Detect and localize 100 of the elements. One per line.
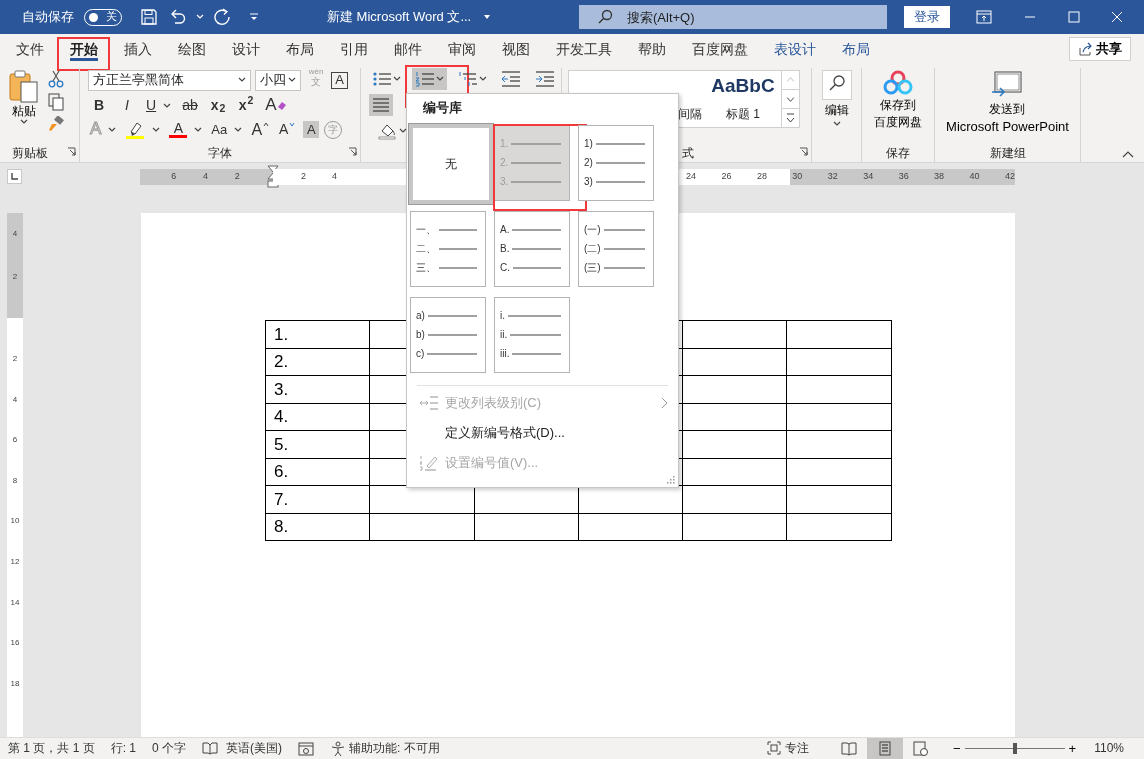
caret-icon xyxy=(196,14,204,20)
zoom-out-button[interactable]: − xyxy=(949,740,965,757)
format-button[interactable]: A xyxy=(303,121,320,138)
line-number: 行: 1 xyxy=(110,741,137,756)
ribbon-tab[interactable]: 设计 xyxy=(219,34,273,64)
search-field[interactable]: 搜索(Alt+Q) xyxy=(579,5,887,29)
character-border-button[interactable]: A xyxy=(331,71,348,89)
font-size-field[interactable]: 小四 xyxy=(255,69,301,91)
format-painter-icon[interactable] xyxy=(48,116,64,134)
caret-icon xyxy=(288,77,296,83)
ribbon-tab[interactable]: 审阅 xyxy=(435,34,489,64)
ruler-number: 30 xyxy=(792,171,803,182)
ribbon-tab[interactable]: 文件 xyxy=(3,34,57,64)
ruler-number: 6 xyxy=(12,435,18,445)
ribbon-tab[interactable]: 插入 xyxy=(111,34,165,64)
tab-selector-icon[interactable] xyxy=(7,169,22,184)
numbering-format[interactable]: i. ii. iii. xyxy=(494,297,570,373)
redo-icon[interactable] xyxy=(214,8,232,26)
table-cell: 2. xyxy=(265,348,370,376)
numbering-format[interactable]: A. B. C. xyxy=(494,211,570,287)
share-icon xyxy=(1078,42,1092,56)
ribbon-tab[interactable]: 开发工具 xyxy=(543,34,625,64)
font-name-field[interactable]: 方正兰亭黑简体 xyxy=(88,69,251,91)
ribbon-tab[interactable]: 布局 xyxy=(829,34,883,64)
ribbon-tab[interactable]: 帮助 xyxy=(625,34,679,64)
send-to-powerpoint-button[interactable]: 发送到 Microsoft PowerPoint xyxy=(943,68,1072,144)
paste-button[interactable]: 粘贴 xyxy=(4,68,44,144)
caret-icon xyxy=(832,121,841,127)
zoom-in-button[interactable]: + xyxy=(1064,740,1081,757)
numbering-format[interactable]: a) b) c) xyxy=(410,297,486,373)
zoom-slider[interactable] xyxy=(964,742,1065,755)
share-button[interactable]: 共享 xyxy=(1069,37,1131,61)
ribbon-tab[interactable]: 邮件 xyxy=(381,34,435,64)
print-view-icon xyxy=(877,741,893,756)
ruler-number: 6 xyxy=(171,171,177,182)
numbering-format[interactable]: 一、 二、 三、 xyxy=(410,211,486,287)
ruler-number: 36 xyxy=(898,171,909,182)
close-icon[interactable] xyxy=(1111,11,1123,23)
ruler-number: 4 xyxy=(12,229,18,240)
focus-icon[interactable] xyxy=(767,741,781,756)
ribbon-tab[interactable]: 视图 xyxy=(489,34,543,64)
ribbon-tab[interactable]: 引用 xyxy=(327,34,381,64)
caret-icon[interactable] xyxy=(483,14,492,20)
ruler-number: 4 xyxy=(332,171,338,182)
caret-icon xyxy=(436,76,444,82)
zoom-slider-thumb[interactable] xyxy=(1012,743,1017,754)
numbering-button[interactable] xyxy=(412,68,447,90)
autosave-label: 自动保存 xyxy=(22,9,74,25)
table-cell: 6. xyxy=(265,458,370,486)
editing-button[interactable]: 编辑 xyxy=(818,68,855,144)
document-title: 新建 Microsoft Word 文... xyxy=(327,9,472,25)
save-to-cloud-button[interactable]: 保存到 百度网盘 xyxy=(871,68,925,144)
ribbon-tab[interactable]: 百度网盘 xyxy=(679,34,761,64)
list-level-icon xyxy=(419,395,439,411)
ribbon-tab[interactable]: 表设计 xyxy=(761,34,829,64)
caret-icon xyxy=(238,77,246,83)
maximize-icon[interactable] xyxy=(1068,11,1080,23)
numbering-format[interactable]: 1) 2) 3) xyxy=(578,125,654,201)
find-icon xyxy=(821,70,852,100)
customize-icon[interactable] xyxy=(248,11,260,23)
dialog-launcher-icon[interactable] xyxy=(348,146,357,156)
sign-in-button[interactable]: 登录 xyxy=(904,6,950,28)
format-button[interactable]: B xyxy=(88,95,110,116)
ruler-number: 4 xyxy=(12,394,18,405)
format-button[interactable]: ab xyxy=(179,95,202,116)
format-button[interactable]: Aa xyxy=(209,119,245,140)
accessibility-icon[interactable] xyxy=(330,740,347,757)
eraser-icon xyxy=(277,101,287,110)
ruler-number: 2 xyxy=(12,354,18,364)
format-button[interactable]: U xyxy=(144,95,174,116)
format-button[interactable]: I xyxy=(116,95,138,116)
format-button[interactable]: x$_{2}$ xyxy=(207,95,230,116)
resize-grip-icon[interactable] xyxy=(667,476,675,484)
print-view-button[interactable] xyxy=(867,738,903,759)
ribbon-display-icon[interactable] xyxy=(976,10,992,24)
numbering-format[interactable]: 无 xyxy=(409,124,493,204)
language: 英语(美国) xyxy=(226,741,283,756)
format-button[interactable]: A xyxy=(276,119,299,140)
format-button[interactable]: A xyxy=(263,95,289,116)
save-icon[interactable] xyxy=(140,8,158,26)
format-button[interactable]: A xyxy=(167,119,205,140)
table-cell: 5. xyxy=(265,430,370,458)
table-cell: 4. xyxy=(265,403,370,431)
style-tile[interactable]: AaBbC 标题 1 xyxy=(705,71,781,127)
ruler-number: 8 xyxy=(12,475,18,486)
cut-icon[interactable] xyxy=(48,70,64,88)
macro-icon[interactable] xyxy=(298,741,315,756)
collapse-ribbon-icon[interactable] xyxy=(1122,150,1134,158)
ribbon-tab[interactable]: 绘图 xyxy=(165,34,219,64)
format-button[interactable]: x$^{2}$ xyxy=(235,95,258,116)
dialog-launcher-icon[interactable] xyxy=(799,146,808,156)
format-button[interactable]: A xyxy=(249,119,272,140)
menu-item[interactable]: 定义新编号格式(D)... xyxy=(407,419,678,447)
caret-icon xyxy=(20,119,28,125)
dialog-launcher-icon[interactable] xyxy=(67,146,76,156)
copy-icon[interactable] xyxy=(48,93,64,111)
numbering-format[interactable]: (一) (二) (三) xyxy=(578,211,654,287)
ribbon-tab[interactable]: 布局 xyxy=(273,34,327,64)
ribbon-tab[interactable]: 开始 xyxy=(57,34,111,64)
proofing-icon[interactable] xyxy=(202,741,219,756)
